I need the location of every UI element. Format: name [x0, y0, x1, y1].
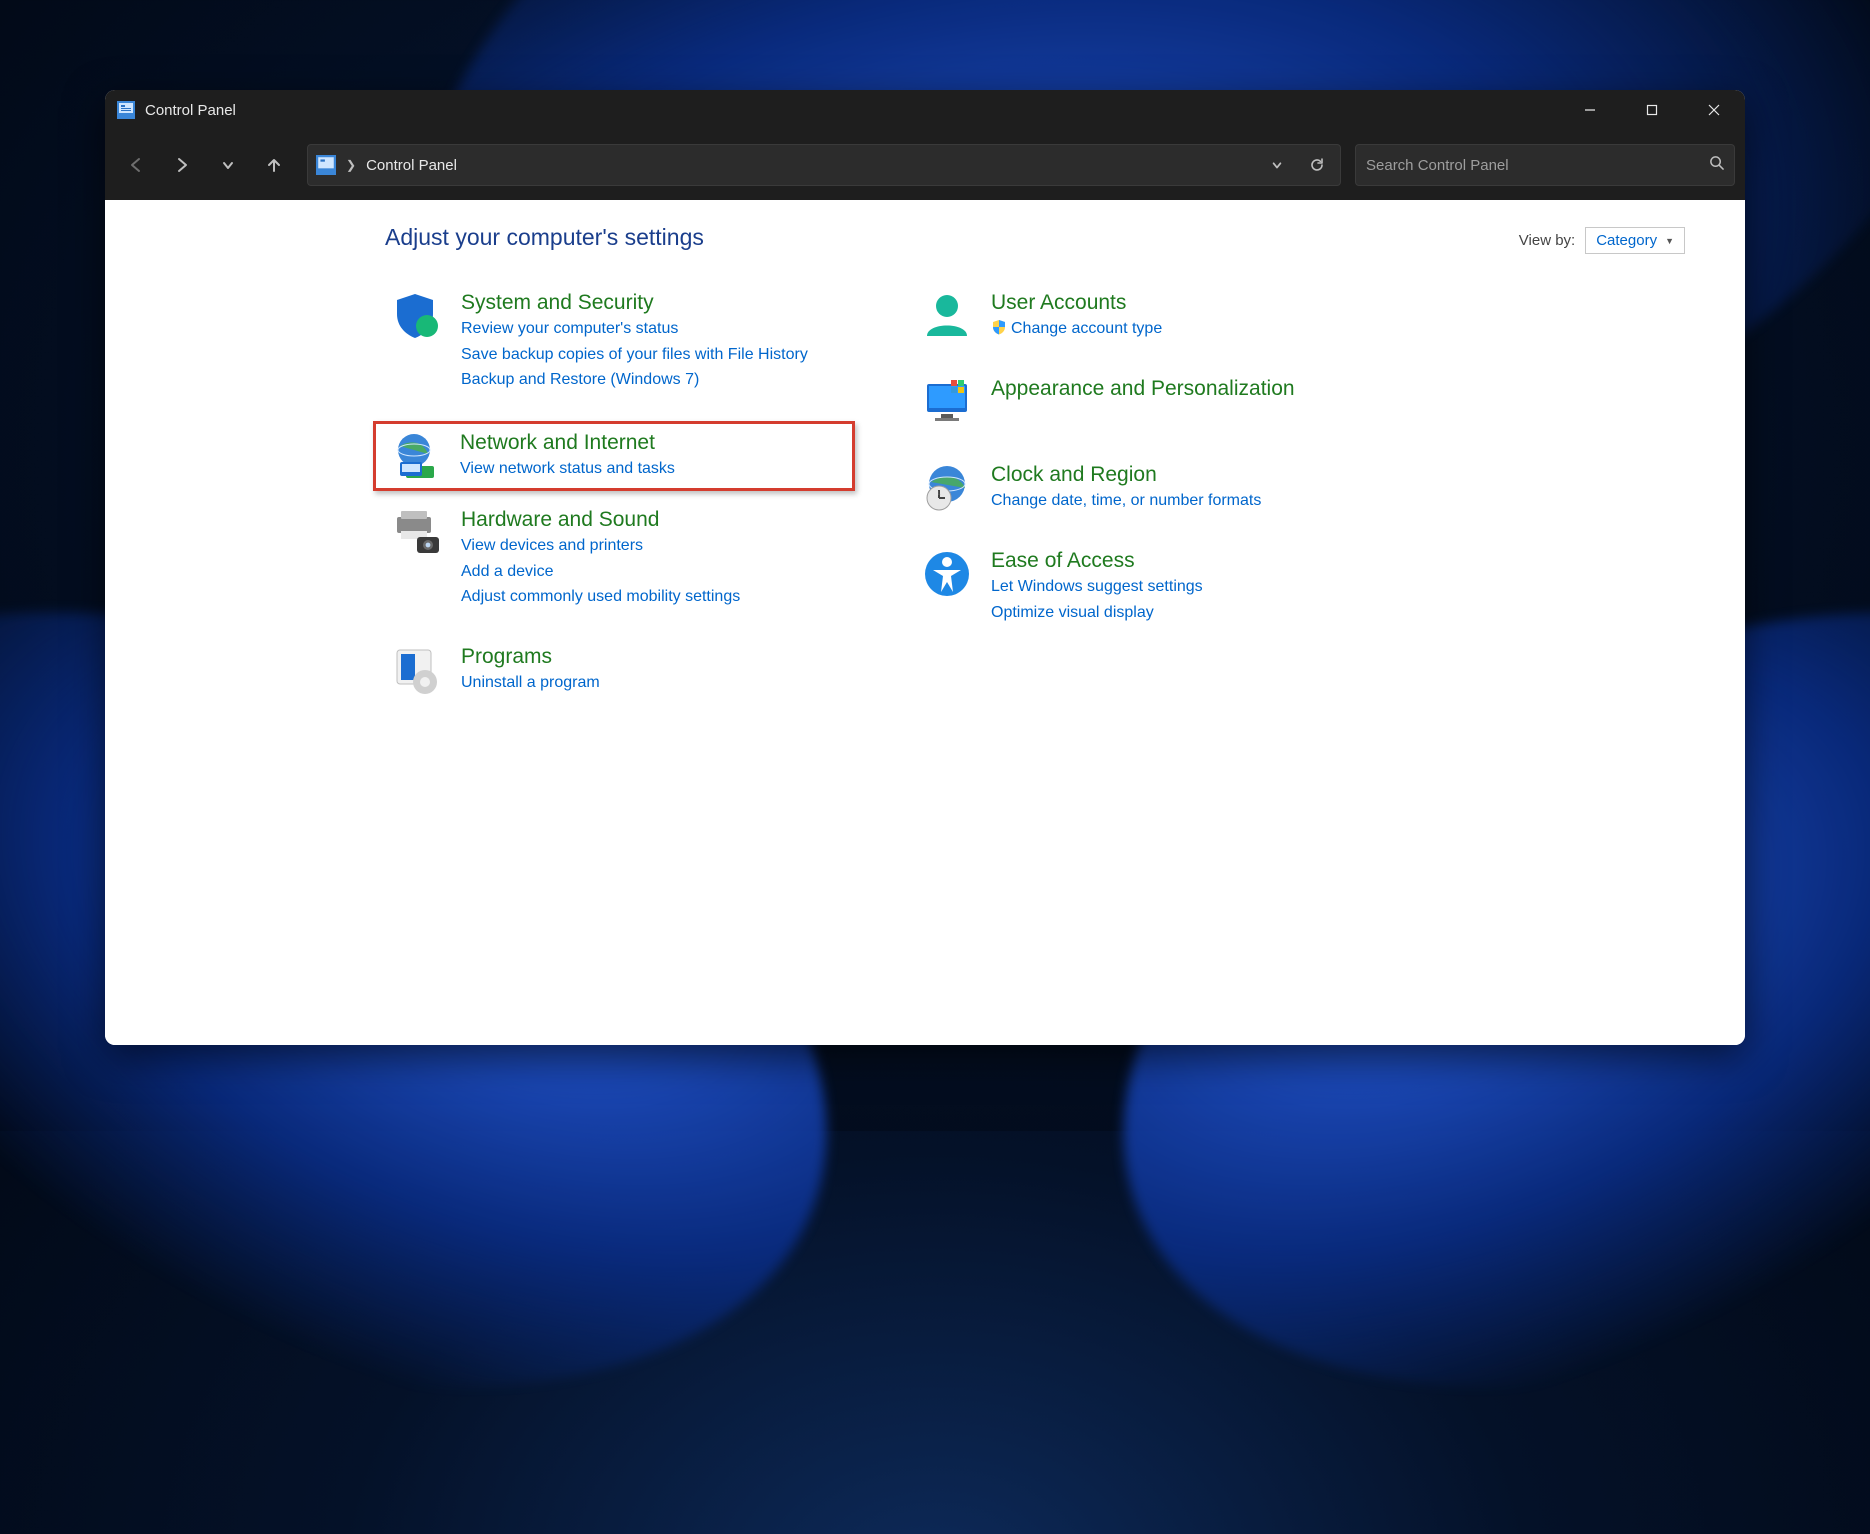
category-clock-region: L Clock and Region Change date, time, or… [915, 456, 1385, 520]
right-column: User Accounts Change account type [915, 284, 1385, 724]
up-button[interactable] [253, 144, 295, 186]
breadcrumb-item[interactable]: Control Panel [366, 157, 457, 174]
printer-camera-icon [391, 507, 443, 559]
category-link[interactable]: Let Windows suggest settings [991, 574, 1379, 600]
view-by-dropdown[interactable]: Category ▼ [1585, 227, 1685, 254]
chevron-right-icon: ❯ [346, 158, 356, 172]
category-link[interactable]: Uninstall a program [461, 670, 849, 696]
accessibility-icon [921, 548, 973, 600]
search-box[interactable] [1355, 144, 1735, 186]
maximize-button[interactable] [1621, 90, 1683, 130]
category-link[interactable]: Add a device [461, 559, 849, 585]
view-by-value: Category [1596, 232, 1657, 249]
content-area: Adjust your computer's settings View by:… [105, 200, 1745, 1045]
address-history-dropdown[interactable] [1262, 150, 1292, 180]
category-link-text: Change account type [1011, 320, 1162, 337]
programs-icon [391, 644, 443, 696]
uac-shield-icon [991, 318, 1007, 334]
globe-clock-icon: L [921, 462, 973, 514]
category-link[interactable]: View devices and printers [461, 533, 849, 559]
page-title: Adjust your computer's settings [385, 224, 704, 251]
category-user-accounts: User Accounts Change account type [915, 284, 1385, 348]
category-link[interactable]: Optimize visual display [991, 600, 1379, 626]
refresh-button[interactable] [1302, 150, 1332, 180]
category-programs: Programs Uninstall a program [385, 638, 855, 702]
category-title[interactable]: System and Security [461, 290, 849, 316]
category-hardware-sound: Hardware and Sound View devices and prin… [385, 501, 855, 616]
monitor-icon [921, 376, 973, 428]
window-title: Control Panel [145, 102, 236, 119]
category-title[interactable]: Clock and Region [991, 462, 1379, 488]
category-link[interactable]: Change date, time, or number formats [991, 488, 1379, 514]
control-panel-icon [316, 155, 336, 175]
minimize-button[interactable] [1559, 90, 1621, 130]
address-bar[interactable]: ❯ Control Panel [307, 144, 1341, 186]
recent-dropdown-button[interactable] [207, 144, 249, 186]
category-link[interactable]: View network status and tasks [460, 456, 846, 482]
category-link[interactable]: Backup and Restore (Windows 7) [461, 367, 849, 393]
back-button[interactable] [115, 144, 157, 186]
close-button[interactable] [1683, 90, 1745, 130]
search-icon [1709, 155, 1724, 175]
category-appearance-personalization: Appearance and Personalization [915, 370, 1385, 434]
category-network-internet: Network and Internet View network status… [373, 421, 855, 491]
view-by-label: View by: [1519, 232, 1575, 249]
category-title[interactable]: Ease of Access [991, 548, 1379, 574]
category-title[interactable]: Programs [461, 644, 849, 670]
control-panel-window: Control Panel ❯ Control P [105, 90, 1745, 1045]
category-link[interactable]: Save backup copies of your files with Fi… [461, 342, 849, 368]
category-ease-of-access: Ease of Access Let Windows suggest setti… [915, 542, 1385, 631]
category-link[interactable]: Review your computer's status [461, 316, 849, 342]
svg-text:L: L [938, 491, 941, 497]
control-panel-icon [117, 101, 135, 119]
globe-network-icon [390, 430, 442, 482]
category-link[interactable]: Adjust commonly used mobility settings [461, 584, 849, 610]
titlebar: Control Panel [105, 90, 1745, 130]
left-column: System and Security Review your computer… [385, 284, 855, 724]
category-link[interactable]: Change account type [991, 316, 1379, 342]
category-title[interactable]: Appearance and Personalization [991, 376, 1379, 402]
shield-icon [391, 290, 443, 342]
category-system-security: System and Security Review your computer… [385, 284, 855, 399]
toolbar: ❯ Control Panel [105, 130, 1745, 200]
category-title[interactable]: Network and Internet [460, 430, 846, 456]
view-by-control: View by: Category ▼ [1519, 227, 1685, 254]
forward-button[interactable] [161, 144, 203, 186]
caret-down-icon: ▼ [1665, 236, 1674, 246]
category-title[interactable]: Hardware and Sound [461, 507, 849, 533]
user-icon [921, 290, 973, 342]
category-title[interactable]: User Accounts [991, 290, 1379, 316]
search-input[interactable] [1366, 157, 1709, 174]
